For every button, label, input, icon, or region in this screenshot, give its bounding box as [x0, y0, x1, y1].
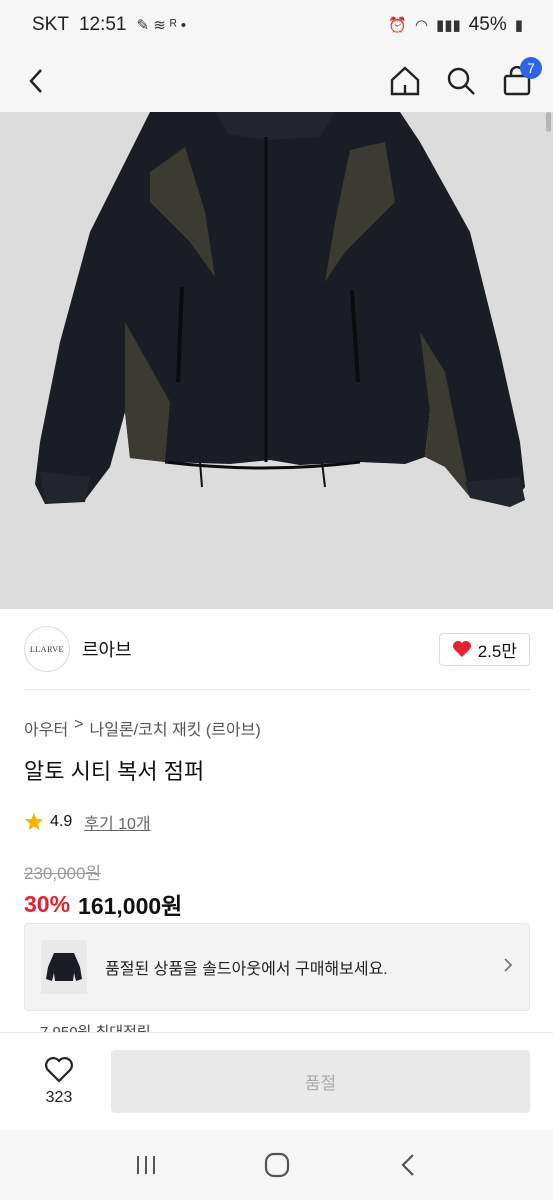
top-nav: 7	[0, 50, 553, 112]
divider	[24, 689, 530, 690]
discount-rate: 30%	[24, 890, 71, 917]
heart-icon	[45, 1057, 73, 1083]
breadcrumb-subcategory[interactable]: 나일론/코치 재킷 (르아브)	[90, 716, 261, 740]
cart-icon[interactable]: 7	[501, 57, 542, 97]
rating-value: 4.9	[50, 813, 73, 830]
battery-percent: 45%	[468, 14, 507, 35]
alarm-icon: ⏰	[388, 17, 407, 34]
brand-row[interactable]: LLARVE 르아브 2.5만	[24, 623, 530, 675]
product-title: 알토 시티 복서 점퍼	[24, 759, 205, 784]
wifi-icon: ◠	[414, 17, 428, 34]
system-nav-bar	[0, 1130, 553, 1200]
review-link[interactable]: 후기 10개	[84, 810, 150, 834]
soldout-thumbnail	[41, 940, 87, 994]
breadcrumb-category[interactable]: 아우터	[24, 716, 68, 740]
soldout-banner[interactable]: 품절된 상품을 솔드아웃에서 구매해보세요.	[24, 923, 530, 1011]
chevron-right-icon	[503, 957, 513, 978]
product-image[interactable]	[0, 112, 553, 609]
sale-price: 161,000원	[78, 893, 183, 919]
home-button-icon[interactable]	[257, 1145, 297, 1185]
soldout-banner-text: 품절된 상품을 솔드아웃에서 구매해보세요.	[105, 961, 388, 978]
star-icon	[25, 813, 43, 830]
carrier: SKT	[32, 14, 69, 35]
cart-count-badge: 7	[520, 57, 542, 79]
bottom-action-bar: 323 품절	[0, 1032, 553, 1130]
status-bar: SKT 12:51 ✎ ≋ ᴿ • ⏰ ◠ ▮▮▮ 45% ▮	[0, 0, 553, 50]
notification-icons: ✎ ≋ ᴿ •	[136, 17, 187, 34]
back-nav-icon[interactable]	[388, 1145, 428, 1185]
rating-row: 4.9 후기 10개	[24, 810, 151, 834]
brand-like-button[interactable]: 2.5만	[438, 632, 530, 666]
home-icon[interactable]	[389, 65, 421, 97]
brand-like-count: 2.5만	[477, 641, 517, 661]
wishlist-button[interactable]: 323	[24, 1056, 94, 1107]
battery-icon: ▮	[514, 17, 523, 34]
brand-logo[interactable]: LLARVE	[24, 626, 70, 672]
page-scrollbar[interactable]	[546, 112, 551, 132]
search-icon[interactable]	[445, 65, 477, 97]
original-price: 230,000원	[24, 864, 102, 883]
signal-icon: ▮▮▮	[435, 17, 461, 34]
clock: 12:51	[78, 14, 127, 35]
recents-icon[interactable]	[126, 1145, 166, 1185]
brand-name[interactable]: 르아브	[82, 636, 132, 662]
wishlist-count: 323	[45, 1089, 73, 1106]
heart-icon	[452, 641, 471, 657]
back-icon[interactable]	[20, 65, 52, 97]
breadcrumb: 아우터 > 나일론/코치 재킷 (르아브)	[24, 716, 261, 740]
price-row: 30% 161,000원	[24, 887, 182, 921]
soldout-button[interactable]: 품절	[111, 1050, 530, 1113]
chevron-right-icon: >	[74, 716, 84, 733]
